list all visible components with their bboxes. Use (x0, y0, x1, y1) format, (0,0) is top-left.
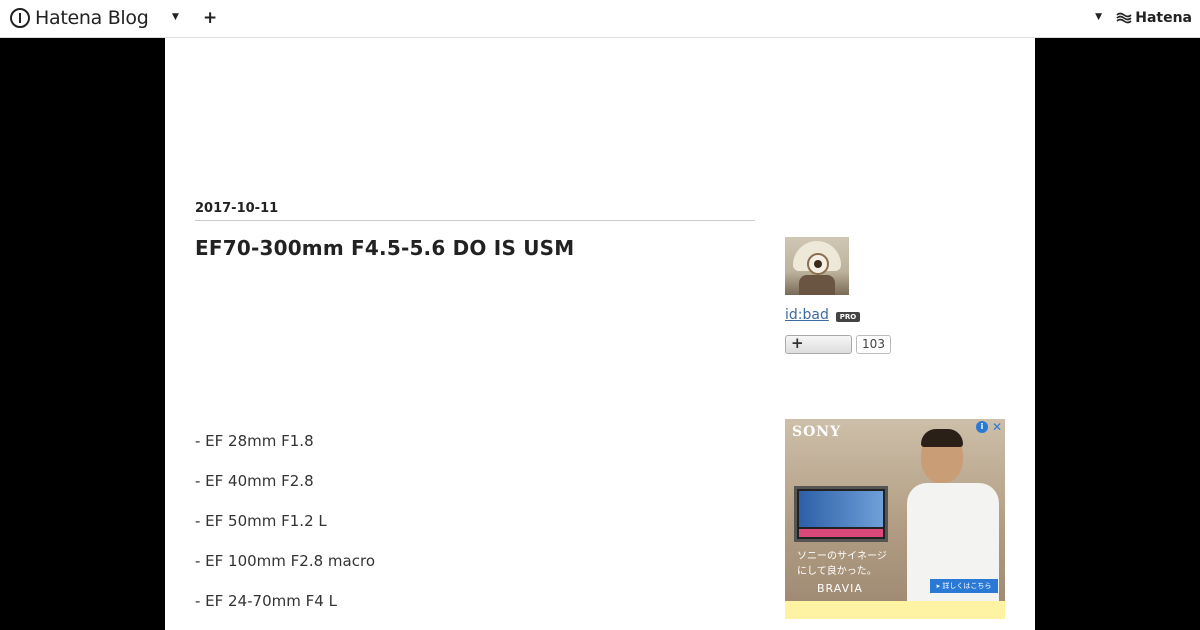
entry-body: - EF 28mm F1.8 - EF 40mm F2.8 - EF 50mm … (195, 431, 375, 630)
hatena-blog-logo[interactable]: Hatena Blog (10, 7, 149, 29)
list-item: - EF 28mm F1.8 (195, 432, 314, 450)
entry-date[interactable]: 2017-10-11 (195, 201, 755, 221)
hatena-waves-icon (1116, 12, 1132, 24)
global-header: Hatena Blog ▼ + ▼ Hatena (0, 0, 1200, 38)
brand-text: Hatena Blog (35, 7, 149, 29)
follower-count[interactable]: 103 (856, 335, 891, 354)
pro-badge: PRO (836, 312, 860, 322)
avatar[interactable] (785, 237, 849, 295)
ad-cta-button[interactable]: ▸ 詳しくはこちら (930, 579, 998, 593)
hatena-logo-text: Hatena (1135, 10, 1192, 26)
advertisement[interactable]: SONY i ✕ ソニーのサイネージ にして良かった。 BRAVIA ▸ 詳しく… (785, 419, 1005, 619)
list-item: - EF 100mm F2.8 macro (195, 552, 375, 570)
entry-title[interactable]: EF70-300mm F4.5-5.6 DO IS USM (195, 236, 574, 260)
list-item: - EF 40mm F2.8 (195, 472, 314, 490)
profile-id-link[interactable]: id:bad (785, 307, 829, 323)
new-post-button[interactable]: + (203, 8, 217, 28)
ad-tv-image (794, 486, 888, 542)
ad-copy: ソニーのサイネージ にして良かった。 (797, 551, 887, 577)
ad-footer (785, 601, 1005, 619)
list-item: - EF 24-70mm F4 L (195, 592, 337, 610)
hatena-logo[interactable]: Hatena (1116, 10, 1192, 26)
caret-down-icon[interactable]: ▼ (1095, 12, 1102, 22)
ad-product: BRAVIA (817, 582, 863, 595)
follow-button[interactable]: + (785, 334, 852, 354)
ad-brand: SONY (792, 424, 842, 440)
caret-down-icon[interactable]: ▼ (172, 12, 179, 22)
list-item: - EF 50mm F1.2 L (195, 512, 327, 530)
hatena-blog-mark-icon (10, 8, 30, 28)
plus-icon: + (791, 334, 804, 352)
blog-page: 2017-10-11 EF70-300mm F4.5-5.6 DO IS USM… (165, 38, 1035, 630)
